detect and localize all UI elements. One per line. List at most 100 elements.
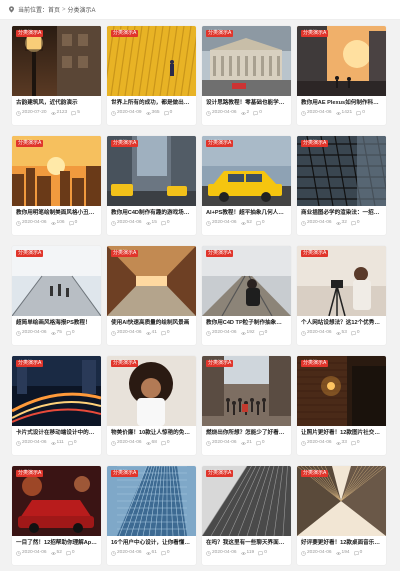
article-thumbnail[interactable]: 分类演示A <box>12 26 101 96</box>
article-title[interactable]: 在吗？我这里有一些聊天界面的你… <box>202 536 291 547</box>
article-title[interactable]: 商业插图必学的渲染法：一招提升… <box>297 206 386 217</box>
article-title[interactable]: 16个用户中心设计，让你看懂展示更… <box>107 536 196 547</box>
category-tag[interactable]: 分类演示A <box>111 470 139 477</box>
article-thumbnail[interactable]: 分类演示A <box>202 136 291 206</box>
category-tag[interactable]: 分类演示A <box>206 250 234 257</box>
article-thumbnail[interactable]: 分类演示A <box>297 246 386 316</box>
article-card[interactable]: 分类演示A 世界上所有的成功，都是做出了“… 2020-04-09 365 0 <box>107 26 196 125</box>
article-thumbnail[interactable]: 分类演示A <box>107 26 196 96</box>
eye-icon <box>335 111 341 115</box>
article-card[interactable]: 分类演示A 个人网站设想法？这12个优秀案例… 2020-04-06 53 0 <box>297 246 386 345</box>
article-card[interactable]: 分类演示A 教你用C4D TP粒子制作抽象动画 2020-04-06 192 0 <box>202 246 291 345</box>
article-date: 2020-04-06 <box>117 330 142 335</box>
category-tag[interactable]: 分类演示A <box>16 250 44 257</box>
category-tag[interactable]: 分类演示A <box>206 140 234 147</box>
article-card[interactable]: 分类演示A 古韵建筑风，近代韵演示 2020-07-20 2123 5 <box>12 26 101 125</box>
category-tag[interactable]: 分类演示A <box>111 360 139 367</box>
comment-icon <box>161 221 166 226</box>
article-title[interactable]: 教你用C4D TP粒子制作抽象动画 <box>202 316 291 327</box>
article-thumbnail[interactable]: 分类演示A <box>12 136 101 206</box>
article-card[interactable]: 分类演示A 商业插图必学的渲染法：一招提升… 2020-04-06 32 0 <box>297 136 386 235</box>
article-thumbnail[interactable]: 分类演示A <box>297 136 386 206</box>
article-title[interactable]: AI+PS教程！超平抽象几何人物绘制 <box>202 206 291 217</box>
category-tag[interactable]: 分类演示A <box>301 360 329 367</box>
article-thumbnail[interactable]: 分类演示A <box>297 26 386 96</box>
article-thumbnail[interactable]: 分类演示A <box>107 356 196 426</box>
article-title[interactable]: 超简单绘画风格海报PS教程！ <box>12 316 101 327</box>
category-tag[interactable]: 分类演示A <box>301 140 329 147</box>
clock-icon <box>111 110 116 116</box>
article-thumbnail[interactable]: 分类演示A <box>297 466 386 536</box>
article-thumbnail[interactable]: 分类演示A <box>202 246 291 316</box>
article-views: 75 <box>56 330 62 335</box>
comment-icon <box>163 111 169 116</box>
category-tag[interactable]: 分类演示A <box>16 30 44 37</box>
article-title[interactable]: 设计思路教程！零基础也能学会的… <box>202 96 291 107</box>
clock-icon <box>301 550 306 556</box>
article-card[interactable]: 分类演示A 16个用户中心设计，让你看懂展示更… 2020-04-06 61 0 <box>107 466 196 565</box>
article-card[interactable]: 分类演示A 使用AI快速高质量的绘制风景画 2020-04-06 41 0 <box>107 246 196 345</box>
article-views: 33 <box>341 440 347 445</box>
category-tag[interactable]: 分类演示A <box>111 30 139 37</box>
breadcrumb-home-link[interactable]: 首页 <box>48 5 60 14</box>
article-card[interactable]: 分类演示A 超简单绘画风格海报PS教程！ 2020-04-06 75 0 <box>12 246 101 345</box>
article-card[interactable]: 分类演示A 让照片更好看！12款图片社交App… 2020-04-06 33 0 <box>297 356 386 455</box>
article-thumbnail[interactable]: 分类演示A <box>202 26 291 96</box>
category-tag[interactable]: 分类演示A <box>301 250 329 257</box>
category-tag[interactable]: 分类演示A <box>206 30 234 37</box>
article-thumbnail[interactable]: 分类演示A <box>12 466 101 536</box>
article-meta: 2020-04-09 365 0 <box>107 107 196 116</box>
article-card[interactable]: 分类演示A 教你用明笔绘制美面风格小丑插画 2020-04-06 106 0 <box>12 136 101 235</box>
article-card[interactable]: 分类演示A 教你用AE Plexus如何制作科技小… 2020-04-06 1421 0 <box>297 26 386 125</box>
category-tag[interactable]: 分类演示A <box>111 140 139 147</box>
article-title[interactable]: 使用AI快速高质量的绘制风景画 <box>107 316 196 327</box>
category-tag[interactable]: 分类演示A <box>301 470 329 477</box>
article-card[interactable]: 分类演示A 燃烧出你所想？怎能少了好看的前… 2020-04-06 21 0 <box>202 356 291 455</box>
article-card[interactable]: 分类演示A 在吗？我这里有一些聊天界面的你… 2020-04-06 119 0 <box>202 466 291 565</box>
article-card[interactable]: 分类演示A 设计思路教程！零基础也能学会的… 2020-04-06 2 0 <box>202 26 291 125</box>
article-thumbnail[interactable]: 分类演示A <box>107 466 196 536</box>
clock-icon <box>16 550 21 556</box>
article-title[interactable]: 世界上所有的成功，都是做出了“… <box>107 96 196 107</box>
category-tag[interactable]: 分类演示A <box>16 360 44 367</box>
article-title[interactable]: 卡片式设计在移动端设计中的正确… <box>12 426 101 437</box>
article-thumbnail[interactable]: 分类演示A <box>297 356 386 426</box>
article-card[interactable]: 分类演示A 一目了然！12招帮助你理解App界… 2020-04-06 52 0 <box>12 466 101 565</box>
category-tag[interactable]: 分类演示A <box>111 250 139 257</box>
article-title[interactable]: 教你用AE Plexus如何制作科技小… <box>297 96 386 107</box>
article-thumbnail[interactable]: 分类演示A <box>12 356 101 426</box>
article-card[interactable]: 分类演示A 好评要更好看！12款桌面音乐播放… 2020-04-06 194 0 <box>297 466 386 565</box>
article-thumbnail[interactable]: 分类演示A <box>202 356 291 426</box>
article-thumbnail[interactable]: 分类演示A <box>107 136 196 206</box>
breadcrumb-current-link[interactable]: 分类演示A <box>68 5 96 14</box>
category-tag[interactable]: 分类演示A <box>206 470 234 477</box>
article-meta: 2020-04-06 21 0 <box>202 437 291 446</box>
article-title[interactable]: 一目了然！12招帮助你理解App界… <box>12 536 101 547</box>
article-title[interactable]: 让照片更好看！12款图片社交App… <box>297 426 386 437</box>
article-title[interactable]: 教你用明笔绘制美面风格小丑插画 <box>12 206 101 217</box>
article-title[interactable]: 古韵建筑风，近代韵演示 <box>12 96 101 107</box>
article-card[interactable]: 分类演示A 教你用C4D制作有趣的游戏场景！ 2020-04-06 15 0 <box>107 136 196 235</box>
article-title[interactable]: 物美价廉！10款让人惊艳的免费的… <box>107 426 196 437</box>
clock-icon <box>111 550 116 556</box>
article-title[interactable]: 好评要更好看！12款桌面音乐播放… <box>297 536 386 547</box>
article-date: 2020-04-06 <box>117 440 142 445</box>
article-title[interactable]: 教你用C4D制作有趣的游戏场景！ <box>107 206 196 217</box>
article-card[interactable]: 分类演示A AI+PS教程！超平抽象几何人物绘制 2020-04-06 52 0 <box>202 136 291 235</box>
article-card[interactable]: 分类演示A 卡片式设计在移动端设计中的正确… 2020-04-06 111 0 <box>12 356 101 455</box>
category-tag[interactable]: 分类演示A <box>206 360 234 367</box>
article-meta: 2020-04-06 68 0 <box>107 437 196 446</box>
clock-icon <box>301 110 306 116</box>
article-card[interactable]: 分类演示A 物美价廉！10款让人惊艳的免费的… 2020-04-06 68 0 <box>107 356 196 455</box>
eye-icon <box>50 221 56 225</box>
article-title[interactable]: 燃烧出你所想？怎能少了好看的前… <box>202 426 291 437</box>
category-tag[interactable]: 分类演示A <box>16 140 44 147</box>
category-tag[interactable]: 分类演示A <box>16 470 44 477</box>
article-thumbnail[interactable]: 分类演示A <box>202 466 291 536</box>
article-date: 2020-04-09 <box>117 110 142 115</box>
article-views: 192 <box>246 330 255 335</box>
article-title[interactable]: 个人网站设想法？这12个优秀案例… <box>297 316 386 327</box>
article-thumbnail[interactable]: 分类演示A <box>107 246 196 316</box>
article-thumbnail[interactable]: 分类演示A <box>12 246 101 316</box>
category-tag[interactable]: 分类演示A <box>301 30 329 37</box>
